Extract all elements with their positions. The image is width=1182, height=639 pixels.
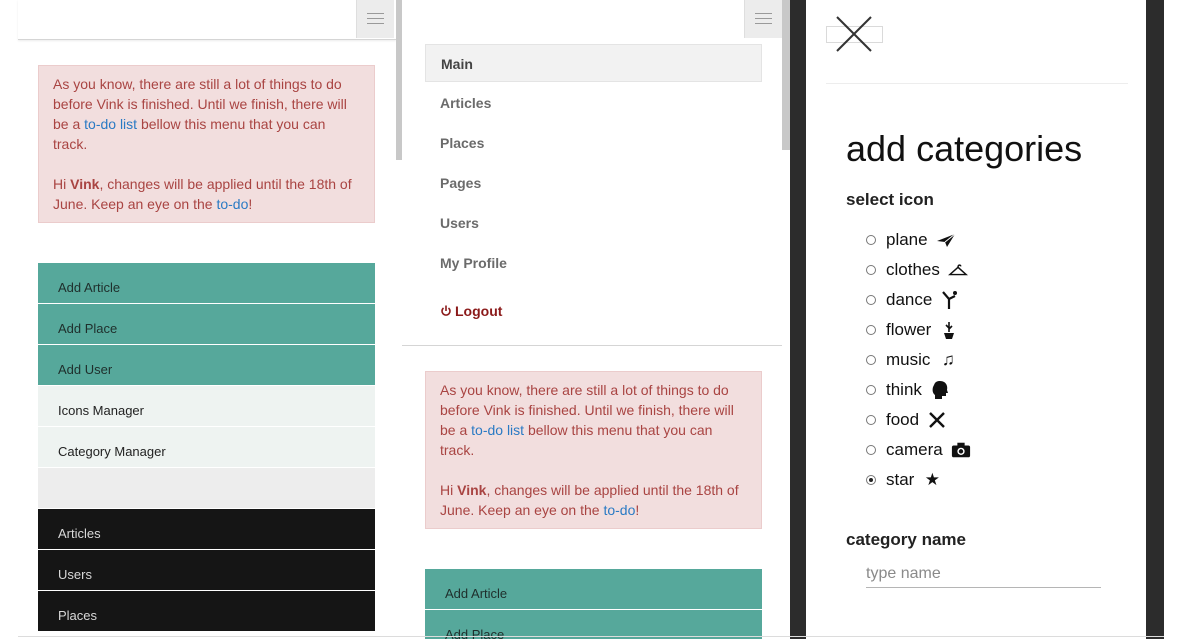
todo-alert: As you know, there are still a lot of th…	[425, 371, 762, 529]
radio-button[interactable]	[866, 475, 876, 485]
category-manager-button[interactable]: Category Manager	[38, 427, 375, 467]
icon-option-dance[interactable]: dance	[866, 288, 960, 312]
hamburger-icon	[367, 13, 384, 14]
menu-toggle-button[interactable]	[356, 0, 394, 38]
close-icon[interactable]	[836, 16, 872, 52]
nav-item-users[interactable]: Users	[425, 204, 762, 242]
category-name-input[interactable]	[866, 560, 1101, 588]
hamburger-icon	[755, 13, 772, 14]
dancer-icon	[940, 290, 960, 310]
page-title: add categories	[846, 128, 1083, 169]
radio-button[interactable]	[866, 325, 876, 335]
plane-icon	[936, 230, 956, 250]
users-dark-button[interactable]: Users	[38, 550, 375, 590]
todo-link[interactable]: to-do	[603, 502, 635, 518]
scrollbar[interactable]	[782, 0, 790, 150]
add-categories-panel: add categories select icon plane clothes…	[806, 0, 1146, 639]
radio-button[interactable]	[866, 355, 876, 365]
nav-item-places[interactable]: Places	[425, 124, 762, 162]
camera-icon	[951, 440, 971, 460]
icon-option-camera[interactable]: camera	[866, 438, 971, 462]
icon-option-star[interactable]: star ★	[866, 468, 942, 492]
add-article-button[interactable]: Add Article	[425, 569, 762, 609]
divider	[826, 83, 1128, 84]
music-note-icon: ♫	[942, 350, 955, 369]
radio-button[interactable]	[866, 445, 876, 455]
empty-menu-slot	[38, 468, 375, 508]
star-icon: ★	[924, 470, 940, 489]
radio-button[interactable]	[866, 295, 876, 305]
nav-item-my-profile[interactable]: My Profile	[425, 244, 762, 282]
radio-button[interactable]	[866, 235, 876, 245]
add-article-button[interactable]: Add Article	[38, 263, 375, 303]
todo-list-link[interactable]: to-do list	[471, 422, 524, 438]
panel-dashboard-left: As you know, there are still a lot of th…	[0, 0, 396, 639]
modal-backdrop-left	[790, 0, 806, 639]
modal-backdrop-right	[1146, 0, 1164, 639]
icon-option-clothes[interactable]: clothes	[866, 258, 968, 282]
logout-button[interactable]: Logout	[425, 292, 762, 330]
icon-option-think[interactable]: think	[866, 378, 950, 402]
flower-icon	[939, 320, 959, 340]
icons-manager-button[interactable]: Icons Manager	[38, 386, 375, 426]
radio-button[interactable]	[866, 265, 876, 275]
icon-option-food[interactable]: food	[866, 408, 947, 432]
category-name-heading: category name	[846, 530, 966, 549]
todo-alert: As you know, there are still a lot of th…	[38, 65, 375, 223]
user-name: Vink	[457, 482, 487, 498]
todo-list-link[interactable]: to-do list	[84, 116, 137, 132]
add-place-button[interactable]: Add Place	[38, 304, 375, 344]
add-place-button[interactable]: Add Place	[425, 610, 762, 639]
nav-item-articles[interactable]: Articles	[425, 84, 762, 122]
radio-button[interactable]	[866, 385, 876, 395]
icon-option-flower[interactable]: flower	[866, 318, 959, 342]
cutlery-icon	[927, 410, 947, 430]
select-icon-heading: select icon	[846, 190, 934, 209]
screenshot-stage: As you know, there are still a lot of th…	[0, 0, 1182, 639]
head-icon	[930, 380, 950, 400]
nav-item-main[interactable]: Main	[425, 44, 762, 82]
articles-dark-button[interactable]: Articles	[38, 509, 375, 549]
add-user-button[interactable]: Add User	[38, 345, 375, 385]
page-bottom-border	[18, 636, 1164, 637]
todo-link[interactable]: to-do	[216, 196, 248, 212]
icon-option-plane[interactable]: plane	[866, 228, 956, 252]
user-name: Vink	[70, 176, 100, 192]
nav-item-pages[interactable]: Pages	[425, 164, 762, 202]
menu-toggle-button[interactable]	[744, 0, 782, 38]
panel-dashboard-middle: Main Articles Places Pages Users My Prof…	[402, 0, 790, 639]
hanger-icon	[947, 260, 968, 280]
top-bar	[18, 0, 396, 40]
places-dark-button[interactable]: Places	[38, 591, 375, 631]
icon-option-music[interactable]: music ♫	[866, 348, 958, 372]
nav-menu: Main Articles Places Pages Users My Prof…	[402, 0, 782, 346]
radio-button[interactable]	[866, 415, 876, 425]
power-icon	[441, 305, 451, 316]
